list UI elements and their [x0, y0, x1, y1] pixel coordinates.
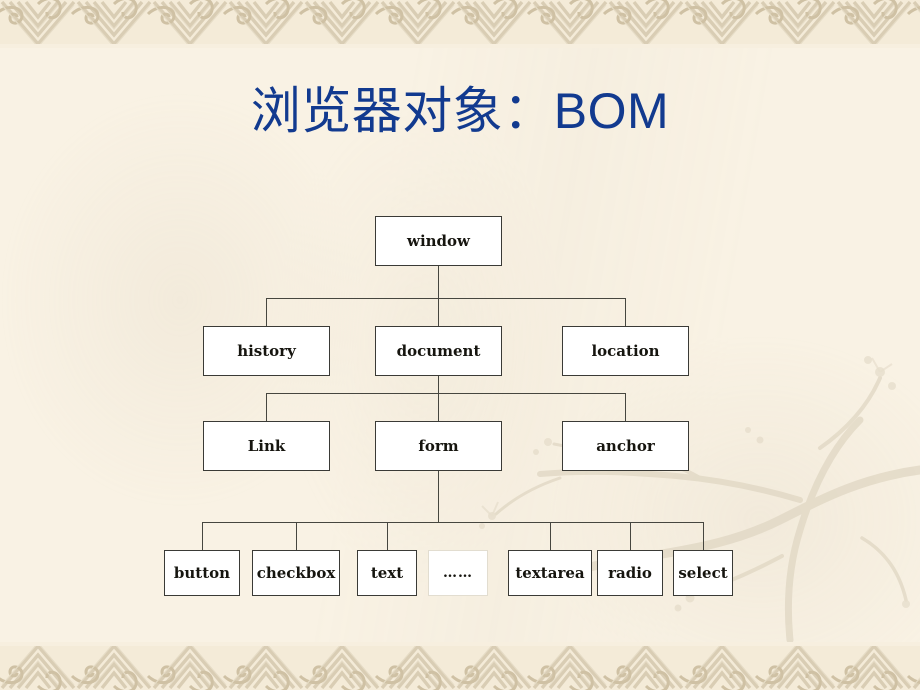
edge-row4-drop-checkbox — [296, 522, 297, 550]
tree-node-form[interactable]: form — [375, 421, 502, 471]
tree-node-select[interactable]: select — [673, 550, 733, 596]
tree-node-textarea[interactable]: textarea — [508, 550, 592, 596]
tree-node-location[interactable]: location — [562, 326, 689, 376]
tree-node-button[interactable]: button — [164, 550, 240, 596]
tree-node-radio[interactable]: radio — [597, 550, 663, 596]
edge-row4-drop-radio — [630, 522, 631, 550]
edge-row3-drop-anchor — [625, 393, 626, 421]
tree-node-checkbox[interactable]: checkbox — [252, 550, 340, 596]
tree-node-document[interactable]: document — [375, 326, 502, 376]
edge-row2-drop-document — [438, 298, 439, 326]
tree-node-link[interactable]: Link — [203, 421, 330, 471]
edge-row4-drop-textarea — [550, 522, 551, 550]
tree-node-text[interactable]: text — [357, 550, 417, 596]
tree-node-history[interactable]: history — [203, 326, 330, 376]
edge-row2-bus — [266, 298, 626, 299]
edge-window-trunk — [438, 266, 439, 299]
edge-row3-bus — [266, 393, 626, 394]
edge-row2-drop-location — [625, 298, 626, 326]
edge-row2-drop-history — [266, 298, 267, 326]
edge-document-trunk — [438, 376, 439, 394]
edge-row3-drop-link — [266, 393, 267, 421]
edge-row3-drop-form — [438, 393, 439, 421]
edge-row4-drop-text — [387, 522, 388, 550]
edge-row4-drop-button — [202, 522, 203, 550]
edge-row4-drop-select — [703, 522, 704, 550]
slide-canvas: 浏览器对象：BOM window history document location L… — [0, 0, 920, 690]
tree-node-anchor[interactable]: anchor — [562, 421, 689, 471]
edge-form-trunk — [438, 471, 439, 523]
tree-node-window[interactable]: window — [375, 216, 502, 266]
edge-row4-bus — [202, 522, 703, 523]
bom-tree-diagram: window history document location Link form anc… — [0, 0, 920, 690]
tree-node-ellipsis[interactable]: …… — [428, 550, 488, 596]
